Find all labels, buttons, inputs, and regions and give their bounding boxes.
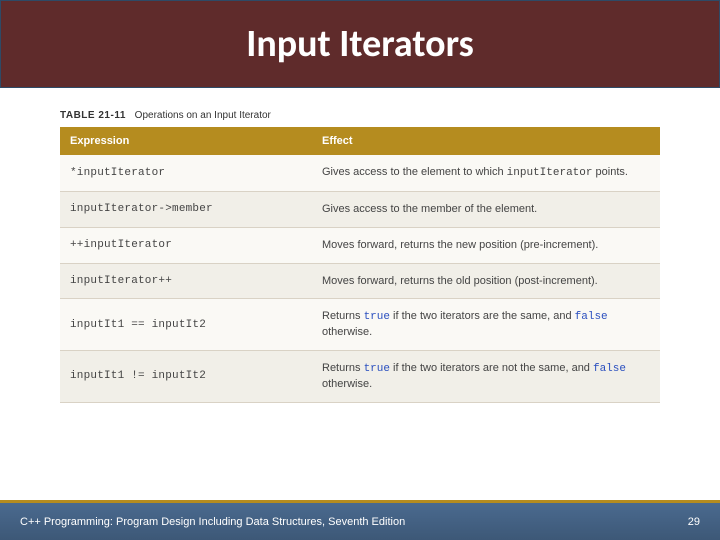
effect-text: if the two iterators are the same, and bbox=[390, 310, 575, 322]
table-row: *inputIterator Gives access to the eleme… bbox=[60, 155, 660, 191]
table-row: ++inputIterator Moves forward, returns t… bbox=[60, 227, 660, 263]
table-row: inputIt1 != inputIt2 Returns true if the… bbox=[60, 351, 660, 403]
effect-text: if the two iterators are not the same, a… bbox=[390, 362, 593, 374]
effect-text: otherwise. bbox=[322, 326, 372, 338]
footer-bar: C++ Programming: Program Design Includin… bbox=[0, 500, 720, 540]
content-area: TABLE 21-11 Operations on an Input Itera… bbox=[0, 88, 720, 403]
expression-cell: inputIterator++ bbox=[60, 263, 312, 299]
page-number: 29 bbox=[688, 516, 700, 528]
inline-code: inputIterator bbox=[507, 167, 593, 179]
col-header-expression: Expression bbox=[60, 127, 312, 155]
table-caption: TABLE 21-11 Operations on an Input Itera… bbox=[60, 110, 660, 121]
effect-cell: Moves forward, returns the old position … bbox=[312, 263, 660, 299]
effect-cell: Returns true if the two iterators are no… bbox=[312, 351, 660, 403]
effect-cell: Gives access to the member of the elemen… bbox=[312, 191, 660, 227]
expression-cell: inputIt1 == inputIt2 bbox=[60, 299, 312, 351]
effect-text: points. bbox=[592, 166, 627, 178]
title-bar: Input Iterators bbox=[0, 0, 720, 88]
expression-cell: inputIterator->member bbox=[60, 191, 312, 227]
effect-text: Returns bbox=[322, 310, 364, 322]
col-header-effect: Effect bbox=[312, 127, 660, 155]
expression-cell: ++inputIterator bbox=[60, 227, 312, 263]
table-caption-text: Operations on an Input Iterator bbox=[135, 110, 271, 121]
expression-cell: inputIt1 != inputIt2 bbox=[60, 351, 312, 403]
effect-text: otherwise. bbox=[322, 378, 372, 390]
operations-table: Expression Effect *inputIterator Gives a… bbox=[60, 127, 660, 403]
effect-text: Gives access to the element to which bbox=[322, 166, 507, 178]
table-number: TABLE 21-11 bbox=[60, 110, 126, 121]
footer-text: C++ Programming: Program Design Includin… bbox=[20, 516, 405, 528]
effect-cell: Returns true if the two iterators are th… bbox=[312, 299, 660, 351]
keyword-true: true bbox=[364, 363, 390, 375]
keyword-false: false bbox=[593, 363, 626, 375]
expression-cell: *inputIterator bbox=[60, 155, 312, 191]
effect-cell: Gives access to the element to which inp… bbox=[312, 155, 660, 191]
effect-text: Returns bbox=[322, 362, 364, 374]
keyword-false: false bbox=[575, 311, 608, 323]
keyword-true: true bbox=[364, 311, 390, 323]
slide-title: Input Iterators bbox=[246, 21, 474, 67]
table-row: inputIterator->member Gives access to th… bbox=[60, 191, 660, 227]
effect-cell: Moves forward, returns the new position … bbox=[312, 227, 660, 263]
table-row: inputIt1 == inputIt2 Returns true if the… bbox=[60, 299, 660, 351]
table-row: inputIterator++ Moves forward, returns t… bbox=[60, 263, 660, 299]
